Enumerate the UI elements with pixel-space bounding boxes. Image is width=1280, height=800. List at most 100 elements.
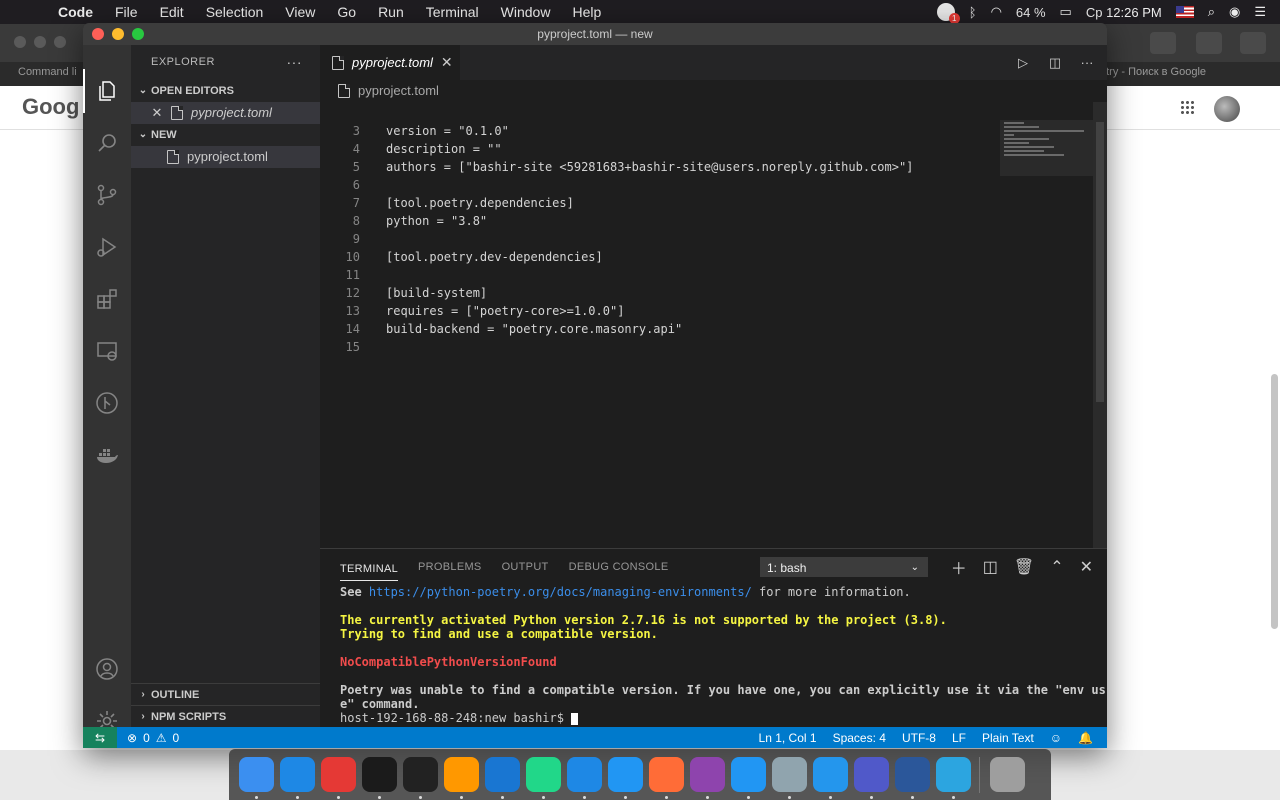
- siri-icon[interactable]: ◉: [1229, 4, 1240, 20]
- menu-file[interactable]: File: [115, 4, 138, 20]
- dock-terminal-icon[interactable]: [403, 757, 438, 799]
- tab-problems[interactable]: PROBLEMS: [418, 549, 482, 585]
- search-icon[interactable]: [95, 131, 119, 155]
- browser-scrollbar[interactable]: [1271, 374, 1278, 629]
- dock-teams-icon[interactable]: [854, 757, 889, 799]
- encoding[interactable]: UTF-8: [902, 731, 936, 745]
- dock-sublime-icon[interactable]: [444, 757, 479, 799]
- wifi-icon[interactable]: ◠: [991, 4, 1002, 20]
- outline-section[interactable]: › OUTLINE: [131, 683, 320, 705]
- zoom-window-button[interactable]: [132, 28, 144, 40]
- tab-output[interactable]: OUTPUT: [502, 549, 549, 585]
- google-logo[interactable]: Goog: [22, 94, 79, 120]
- close-editor-icon[interactable]: ✕: [149, 102, 165, 124]
- dock-sequel-icon[interactable]: [731, 757, 766, 799]
- google-account-avatar[interactable]: [1214, 96, 1240, 122]
- dock-pycharm-icon[interactable]: [526, 757, 561, 799]
- split-terminal-icon[interactable]: ◫: [983, 557, 998, 577]
- accounts-icon[interactable]: [95, 657, 119, 681]
- close-window-button[interactable]: [92, 28, 104, 40]
- menu-selection[interactable]: Selection: [206, 4, 264, 20]
- editor-more-actions-icon[interactable]: ···: [1079, 55, 1095, 71]
- window-titlebar[interactable]: pyproject.toml — new: [83, 23, 1107, 45]
- git-graph-icon[interactable]: [95, 391, 119, 415]
- folder-section[interactable]: ⌄ NEW: [131, 124, 320, 146]
- menu-view[interactable]: View: [285, 4, 315, 20]
- dock-docker-icon[interactable]: [813, 757, 848, 799]
- folder-file-item[interactable]: pyproject.toml: [131, 146, 320, 168]
- editor-scrollbar[interactable]: [1093, 102, 1107, 548]
- input-source-flag-icon[interactable]: [1175, 6, 1194, 18]
- clock[interactable]: Ср 12:26 PM: [1086, 5, 1162, 20]
- browser-tabs-icon[interactable]: [1240, 32, 1266, 54]
- open-editor-item[interactable]: ✕ pyproject.toml: [131, 102, 320, 124]
- dock-chrome-icon[interactable]: [321, 757, 356, 799]
- control-center-icon[interactable]: ☰: [1254, 4, 1266, 20]
- dock-app-store-icon[interactable]: [608, 757, 643, 799]
- problems-status[interactable]: ⊗ 0 ⚠ 0: [127, 731, 179, 745]
- minimap[interactable]: [1000, 120, 1093, 176]
- cursor-position[interactable]: Ln 1, Col 1: [759, 731, 817, 745]
- terminal-prompt-line[interactable]: host-192-168-88-248:new bashir$: [340, 711, 1100, 725]
- menu-run[interactable]: Run: [378, 4, 404, 20]
- breadcrumb[interactable]: pyproject.toml: [320, 80, 1107, 102]
- kill-terminal-trash-icon[interactable]: 🗑: [1014, 557, 1034, 577]
- breadcrumb-file[interactable]: pyproject.toml: [358, 80, 439, 102]
- google-apps-icon[interactable]: [1180, 100, 1194, 114]
- menu-terminal[interactable]: Terminal: [426, 4, 479, 20]
- extensions-icon[interactable]: [95, 287, 119, 311]
- indentation[interactable]: Spaces: 4: [833, 731, 886, 745]
- feedback-icon[interactable]: ☺: [1050, 731, 1062, 745]
- minimize-window-button[interactable]: [112, 28, 124, 40]
- browser-download-icon[interactable]: [1150, 32, 1176, 54]
- terminal-output[interactable]: See https://python-poetry.org/docs/manag…: [340, 585, 1106, 725]
- explorer-icon[interactable]: [95, 79, 119, 103]
- close-tab-icon[interactable]: ✕: [441, 54, 453, 71]
- dock-word-icon[interactable]: [895, 757, 930, 799]
- terminal-link[interactable]: https://python-poetry.org/docs/managing-…: [369, 585, 752, 599]
- menu-help[interactable]: Help: [572, 4, 601, 20]
- end-of-line[interactable]: LF: [952, 731, 966, 745]
- dock-xcode-instruments-icon[interactable]: [567, 757, 602, 799]
- browser-share-icon[interactable]: [1196, 32, 1222, 54]
- notification-app-icon[interactable]: 1: [936, 3, 960, 24]
- dock-finder-icon[interactable]: [239, 757, 274, 799]
- editor-scrollbar-thumb[interactable]: [1096, 122, 1104, 402]
- menu-window[interactable]: Window: [501, 4, 551, 20]
- close-panel-icon[interactable]: ✕: [1080, 557, 1093, 577]
- browser-tab-right[interactable]: etry - Поиск в Google: [1100, 66, 1206, 78]
- browser-tab-left[interactable]: Command li: [18, 66, 77, 78]
- more-actions-icon[interactable]: ···: [287, 45, 303, 80]
- menu-app-name[interactable]: Code: [58, 4, 93, 20]
- code-view[interactable]: 3 version = "0.1.0" 4 description = "" 5 au…: [320, 122, 1000, 356]
- maximize-panel-icon[interactable]: ⌃: [1050, 557, 1063, 577]
- spotlight-search-icon[interactable]: ⌕: [1208, 4, 1215, 20]
- dock-postman-icon[interactable]: [649, 757, 684, 799]
- run-file-icon[interactable]: ▷: [1015, 55, 1031, 71]
- open-editors-section[interactable]: ⌄ OPEN EDITORS: [131, 80, 320, 102]
- tab-debug-console[interactable]: DEBUG CONSOLE: [569, 549, 669, 585]
- source-control-icon[interactable]: [95, 183, 119, 207]
- dock-trash-icon[interactable]: [990, 757, 1025, 792]
- new-terminal-icon[interactable]: ＋: [951, 555, 967, 579]
- battery-percent[interactable]: 64 %: [1016, 5, 1046, 20]
- docker-icon[interactable]: [95, 443, 119, 467]
- terminal-select[interactable]: 1: bash ⌄: [760, 557, 928, 577]
- bluetooth-icon[interactable]: ᛒ: [969, 5, 977, 20]
- dock-postgres-icon[interactable]: [772, 757, 807, 799]
- dock-github-icon[interactable]: [690, 757, 725, 799]
- dock-vscode-icon[interactable]: [485, 757, 520, 799]
- dock-telegram-icon[interactable]: [936, 757, 971, 799]
- remote-explorer-icon[interactable]: [95, 339, 119, 363]
- notifications-bell-icon[interactable]: 🔔: [1078, 731, 1093, 745]
- editor-tab[interactable]: pyproject.toml ✕: [320, 45, 460, 80]
- menu-go[interactable]: Go: [337, 4, 356, 20]
- language-mode[interactable]: Plain Text: [982, 731, 1034, 745]
- battery-icon[interactable]: ▭: [1060, 4, 1072, 20]
- remote-indicator-icon[interactable]: ⇆: [83, 727, 117, 748]
- dock-safari-icon[interactable]: [280, 757, 315, 799]
- split-editor-icon[interactable]: ◫: [1047, 55, 1063, 71]
- menu-edit[interactable]: Edit: [160, 4, 184, 20]
- tab-terminal[interactable]: TERMINAL: [340, 557, 399, 581]
- run-debug-icon[interactable]: [95, 235, 119, 259]
